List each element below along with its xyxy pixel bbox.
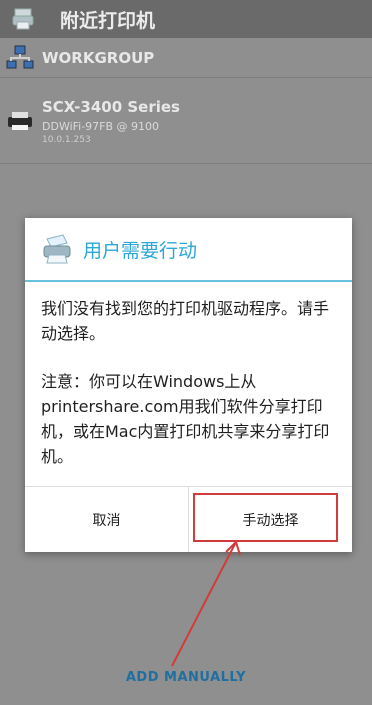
- dialog-body: 我们没有找到您的打印机驱动程序。请手动选择。 注意：你可以在Windows上从p…: [25, 282, 352, 469]
- printer-name: SCX-3400 Series: [42, 97, 180, 116]
- dialog-message: 我们没有找到您的打印机驱动程序。请手动选择。: [41, 299, 330, 343]
- workgroup-name: WORKGROUP: [42, 49, 155, 67]
- list-item-printer[interactable]: SCX-3400 Series DDWiFi-97FB @ 9100 10.0.…: [0, 78, 372, 164]
- network-icon: [4, 42, 36, 74]
- printer-icon: [4, 105, 36, 137]
- dialog-header: 用户需要行动: [25, 218, 352, 282]
- dialog-note: 注意：你可以在Windows上从printershare.com用我们软件分享打…: [41, 372, 330, 466]
- printer-detail: DDWiFi-97FB @ 9100: [42, 119, 160, 133]
- printer-text: SCX-3400 Series DDWiFi-97FB @ 9100 10.0.…: [42, 98, 180, 145]
- divider: [0, 163, 372, 164]
- cancel-button[interactable]: 取消: [25, 487, 189, 552]
- dialog-footer: 取消 手动选择: [25, 486, 352, 552]
- printer-app-icon: [41, 233, 73, 265]
- user-action-dialog: 用户需要行动 我们没有找到您的打印机驱动程序。请手动选择。 注意：你可以在Win…: [25, 218, 352, 552]
- dialog-title: 用户需要行动: [83, 239, 198, 262]
- add-manually-button[interactable]: ADD MANUALLY: [0, 670, 372, 694]
- app-bar: 附近打印机: [0, 0, 372, 38]
- printer-app-icon[interactable]: [10, 6, 36, 32]
- manual-select-button[interactable]: 手动选择: [189, 487, 352, 552]
- printer-list: WORKGROUP SCX-3400 Series DDWiFi-97FB @ …: [0, 38, 372, 164]
- list-item-workgroup[interactable]: WORKGROUP: [0, 38, 372, 78]
- printer-ip: 10.0.1.253: [42, 134, 91, 145]
- page-title: 附近打印机: [60, 9, 156, 32]
